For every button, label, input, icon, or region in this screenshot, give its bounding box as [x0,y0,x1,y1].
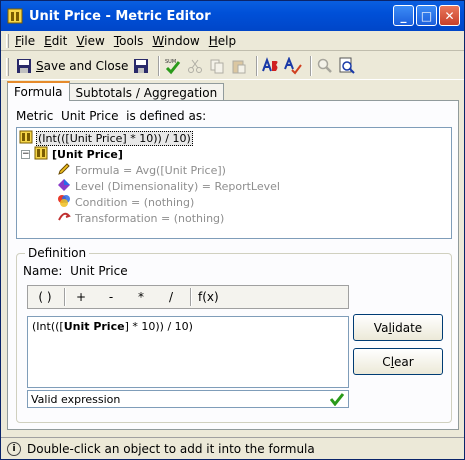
defined-as-label: Metric Unit Price is defined as: [16,109,207,123]
maximize-icon: □ [420,8,433,23]
title-bar[interactable]: Unit Price - Metric Editor _ □ ✕ [1,1,464,31]
ab-check-icon [284,56,303,75]
tree-fact-node[interactable]: − [Unit Price] [21,146,123,162]
tree-condition-node[interactable]: Condition = (nothing) [57,194,194,210]
info-icon: i [7,441,21,456]
close-button[interactable]: ✕ [439,5,460,26]
validation-status: Valid expression [27,390,349,408]
menu-file[interactable]: File [15,34,35,48]
find-replace-button[interactable] [262,55,280,77]
zoom-button[interactable] [316,55,334,77]
menu-edit[interactable]: Edit [44,34,67,48]
validate-toolbar-button[interactable]: SUM [164,55,182,77]
multiply-button[interactable]: * [128,288,154,306]
search-objects-button[interactable] [338,55,356,77]
floppy-icon [132,57,150,75]
tree-transformation-node[interactable]: Transformation = (nothing) [57,210,224,226]
parentheses-button[interactable]: ( ) [32,288,58,306]
sum-text: SUM [165,59,176,65]
paste-button[interactable] [230,55,248,77]
definition-group: Definition Name: Unit Price ( ) + - * / … [16,246,452,423]
definition-label: Definition [25,246,90,260]
metric-editor-window: Unit Price - Metric Editor _ □ ✕ File Ed… [0,0,465,460]
pencil-icon [57,162,71,179]
menubar-grip[interactable] [6,34,9,48]
validate-button[interactable]: Va l idate [353,314,443,341]
operator-toolbar: ( ) + - * / f(x) [27,285,349,309]
scissors-icon [186,57,204,75]
formula-tab-panel: Metric Unit Price is defined as: (Int(([… [7,100,459,430]
spell-check-button[interactable] [284,55,303,77]
collapse-icon[interactable]: − [21,149,30,159]
maximize-button[interactable]: □ [416,5,437,26]
menu-view[interactable]: View [76,34,104,48]
toolbar-grip[interactable] [6,58,9,76]
condition-icon [57,194,71,211]
save-icon [15,57,33,75]
name-line: Name: Unit Price [23,264,128,278]
save-button[interactable] [132,55,150,77]
tree-level-node[interactable]: Level (Dimensionality) = ReportLevel [57,178,280,194]
tab-formula[interactable]: Formula [7,81,70,101]
tab-strip: Formula Subtotals / Aggregation [7,81,225,101]
tree-formula-node[interactable]: Formula = Avg([Unit Price]) [57,162,226,178]
metric-icon [34,146,48,163]
clear-button[interactable]: Cl ear [353,348,443,375]
plus-button[interactable]: + [68,288,94,306]
paste-icon [230,57,248,75]
menu-bar: File Edit View Tools Window Help [1,31,464,51]
metric-icon [19,130,33,147]
metric-tree[interactable]: (Int(([Unit Price] * 10)) / 10) − [Unit … [16,127,452,239]
function-button[interactable]: f(x) [194,288,223,306]
formula-editor[interactable]: (Int(([Unit Price] * 10)) / 10) [27,316,349,388]
minimize-icon: _ [400,8,407,23]
search-doc-icon [338,57,356,75]
status-text: Double-click an object to add it into th… [27,441,315,456]
divide-button[interactable]: / [158,288,184,306]
ab-swap-icon [262,56,280,75]
sum-check-icon: SUM [164,57,182,75]
metric-name-value: Unit Price [70,264,128,278]
menu-window[interactable]: Window [152,34,199,48]
close-icon: ✕ [444,8,455,23]
cut-button[interactable] [186,55,204,77]
level-icon [57,178,71,195]
valid-check-icon [329,392,345,409]
transformation-icon [57,210,71,227]
window-title: Unit Price - Metric Editor [29,8,211,24]
tree-root-formula[interactable]: (Int(([Unit Price] * 10)) / 10) [19,130,193,146]
minus-button[interactable]: - [98,288,124,306]
metric-icon [6,7,24,25]
toolbar: Save and Close SUM [1,52,464,80]
status-bar: i Double-click an object to add it into … [1,437,464,459]
magnifier-icon [316,57,334,75]
copy-button[interactable] [208,55,226,77]
menu-tools[interactable]: Tools [114,34,144,48]
tab-subtotals-aggregation[interactable]: Subtotals / Aggregation [68,83,225,101]
menu-help[interactable]: Help [209,34,236,48]
save-and-close-button[interactable]: Save and Close [15,55,128,77]
validation-message: Valid expression [31,392,121,406]
copy-icon [208,57,226,75]
minimize-button[interactable]: _ [393,5,414,26]
